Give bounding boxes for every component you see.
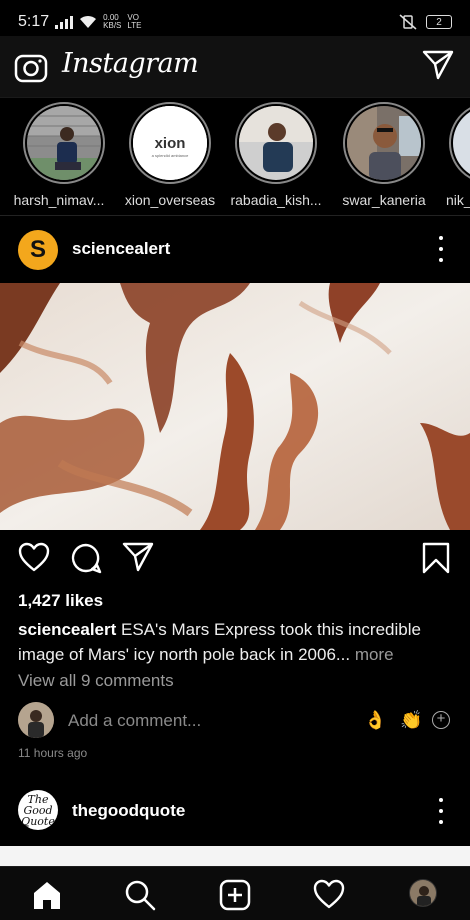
profile-avatar[interactable]: [409, 879, 437, 907]
story-username: xion_overseas: [124, 192, 216, 208]
post-image[interactable]: [0, 846, 470, 866]
comment-icon[interactable]: [70, 542, 102, 574]
avatar-logo-text: The Good Quote: [21, 792, 55, 828]
story-item[interactable]: nik_: [440, 102, 470, 208]
post-avatar[interactable]: S: [18, 230, 58, 270]
story-username: nik_: [446, 192, 470, 208]
caption-username[interactable]: sciencealert: [18, 620, 116, 639]
post-time: 11 hours ago: [18, 746, 88, 760]
net-speed-unit: KB/S: [103, 21, 122, 30]
bottom-nav: [0, 866, 470, 920]
story-avatar: [453, 106, 470, 180]
view-comments-link[interactable]: View all 9 comments: [18, 671, 174, 691]
battery-icon: 2: [426, 15, 452, 29]
clap-emoji-button[interactable]: 👏: [400, 710, 422, 731]
vibrate-mute-icon: [399, 14, 417, 30]
add-comment-input[interactable]: Add a comment...: [68, 711, 201, 731]
post-actions: [0, 530, 470, 590]
story-item[interactable]: harsh_nimav...: [14, 102, 114, 208]
story-ring: xion a splendid ambiance: [129, 102, 211, 184]
story-item[interactable]: swar_kaneria: [334, 102, 434, 208]
app-header: Instagram: [0, 36, 470, 98]
more-options-icon[interactable]: [438, 798, 444, 824]
story-ring: [343, 102, 425, 184]
ok-hand-emoji-button[interactable]: 👌: [364, 710, 386, 731]
post-header: The Good Quote thegoodquote: [0, 778, 470, 844]
story-avatar: [239, 106, 313, 180]
heart-icon[interactable]: [18, 542, 50, 572]
clock: 5:17: [18, 13, 50, 30]
post-avatar[interactable]: The Good Quote: [18, 790, 58, 830]
likes-count[interactable]: 1,427 likes: [18, 591, 103, 611]
bookmark-icon[interactable]: [422, 542, 450, 574]
story-ring: [23, 102, 105, 184]
wifi-icon: [80, 15, 97, 28]
story-avatar: [27, 106, 101, 180]
comment-row: Add a comment... 👌 👏 +: [0, 700, 470, 740]
story-ring: [449, 102, 470, 184]
post-caption: sciencealert ESA's Mars Express took thi…: [18, 617, 458, 667]
signal-icon: [55, 15, 74, 29]
story-username: rabadia_kish...: [230, 192, 322, 208]
my-avatar: [18, 702, 54, 738]
post-username[interactable]: thegoodquote: [72, 801, 185, 821]
status-left: 5:17 0.00 KB/S VO LTE: [18, 13, 141, 31]
home-icon[interactable]: [31, 879, 63, 911]
post-header: S sciencealert: [0, 216, 470, 282]
more-options-icon[interactable]: [438, 236, 444, 262]
caption-more-link[interactable]: more: [350, 645, 394, 664]
avatar-letter: S: [29, 236, 46, 263]
post-image[interactable]: [0, 283, 470, 530]
add-post-icon[interactable]: [219, 879, 251, 911]
share-icon[interactable]: [122, 542, 154, 572]
net-tags: VO LTE: [127, 14, 141, 30]
story-avatar: [347, 106, 421, 180]
story-item[interactable]: rabadia_kish...: [226, 102, 326, 208]
heart-icon[interactable]: [313, 879, 345, 909]
stories-tray: harsh_nimav... xion a splendid ambiance …: [0, 98, 470, 216]
paper-plane-icon[interactable]: [422, 50, 454, 80]
post-username[interactable]: sciencealert: [72, 239, 170, 259]
xion-logo-sub: a splendid ambiance: [152, 153, 189, 158]
status-right: 2: [398, 14, 452, 30]
xion-logo-text: xion: [155, 135, 186, 152]
search-icon[interactable]: [124, 879, 156, 911]
story-ring: [235, 102, 317, 184]
camera-icon[interactable]: [14, 50, 48, 84]
lte-tag: LTE: [127, 21, 142, 30]
story-username: swar_kaneria: [342, 192, 426, 208]
story-avatar: xion a splendid ambiance: [133, 106, 207, 180]
net-speed: 0.00 KB/S: [103, 14, 121, 30]
battery-level: 2: [436, 16, 442, 28]
app-title: Instagram: [62, 48, 199, 79]
story-item[interactable]: xion a splendid ambiance xion_overseas: [120, 102, 220, 208]
story-username: harsh_nimav...: [13, 192, 105, 208]
add-emoji-icon[interactable]: +: [432, 711, 450, 729]
